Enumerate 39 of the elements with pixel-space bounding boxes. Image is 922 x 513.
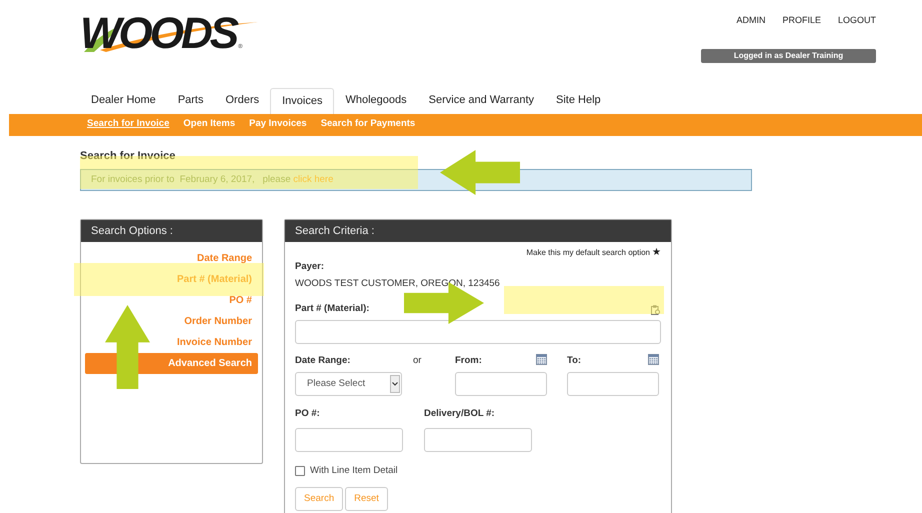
star-icon[interactable]: ★ [652, 248, 661, 258]
nav-tab[interactable]: Parts [166, 88, 214, 114]
line-item-checkbox[interactable] [295, 466, 305, 476]
field-label: Delivery/BOL #: [424, 406, 496, 421]
nav-tab[interactable]: Wholegoods [334, 88, 418, 114]
clipboard-icon[interactable] [650, 304, 661, 316]
field-label: From: [455, 354, 482, 366]
nav-tab[interactable]: Orders [214, 88, 270, 114]
part-input[interactable] [295, 320, 661, 344]
from-date-input[interactable] [455, 372, 547, 396]
top-link[interactable]: PROFILE [782, 14, 821, 28]
login-status: Logged in as Dealer Training [701, 48, 876, 62]
checkbox-label: With Line Item Detail [310, 464, 398, 478]
date-range-select[interactable]: Please Select [295, 372, 402, 396]
field-label: Date Range: [295, 354, 352, 366]
nav-tab[interactable]: Invoices [270, 88, 334, 114]
page-title: Search for Invoice [80, 148, 176, 164]
po-input[interactable] [295, 428, 403, 452]
nav-tab[interactable]: Service and Warranty [418, 88, 545, 114]
payer-label: Payer: [295, 260, 326, 274]
notice-text: For invoices prior to February 6, 2017, please [91, 172, 292, 187]
field-label: Part # (Material): [295, 302, 370, 316]
calendar-icon[interactable] [648, 354, 659, 365]
top-link[interactable]: ADMIN [736, 14, 766, 28]
panel-header: Search Criteria : [285, 220, 671, 242]
panel-header: Search Options : [81, 220, 262, 242]
arrow-icon [105, 305, 150, 389]
caret-icon [390, 374, 400, 393]
or-label: or [413, 354, 422, 366]
arrow-icon [440, 150, 520, 195]
field-label: To: [567, 354, 582, 366]
to-date-input[interactable] [567, 372, 659, 396]
delivery-input[interactable] [424, 428, 532, 452]
default-option-label: Make this my default search option [526, 247, 650, 259]
top-link[interactable]: LOGOUT [838, 14, 876, 28]
nav-tab[interactable]: Site Help [545, 88, 612, 114]
field-label: PO #: [295, 406, 321, 421]
nav-tab[interactable]: Dealer Home [80, 88, 167, 114]
calendar-icon[interactable] [536, 354, 547, 365]
